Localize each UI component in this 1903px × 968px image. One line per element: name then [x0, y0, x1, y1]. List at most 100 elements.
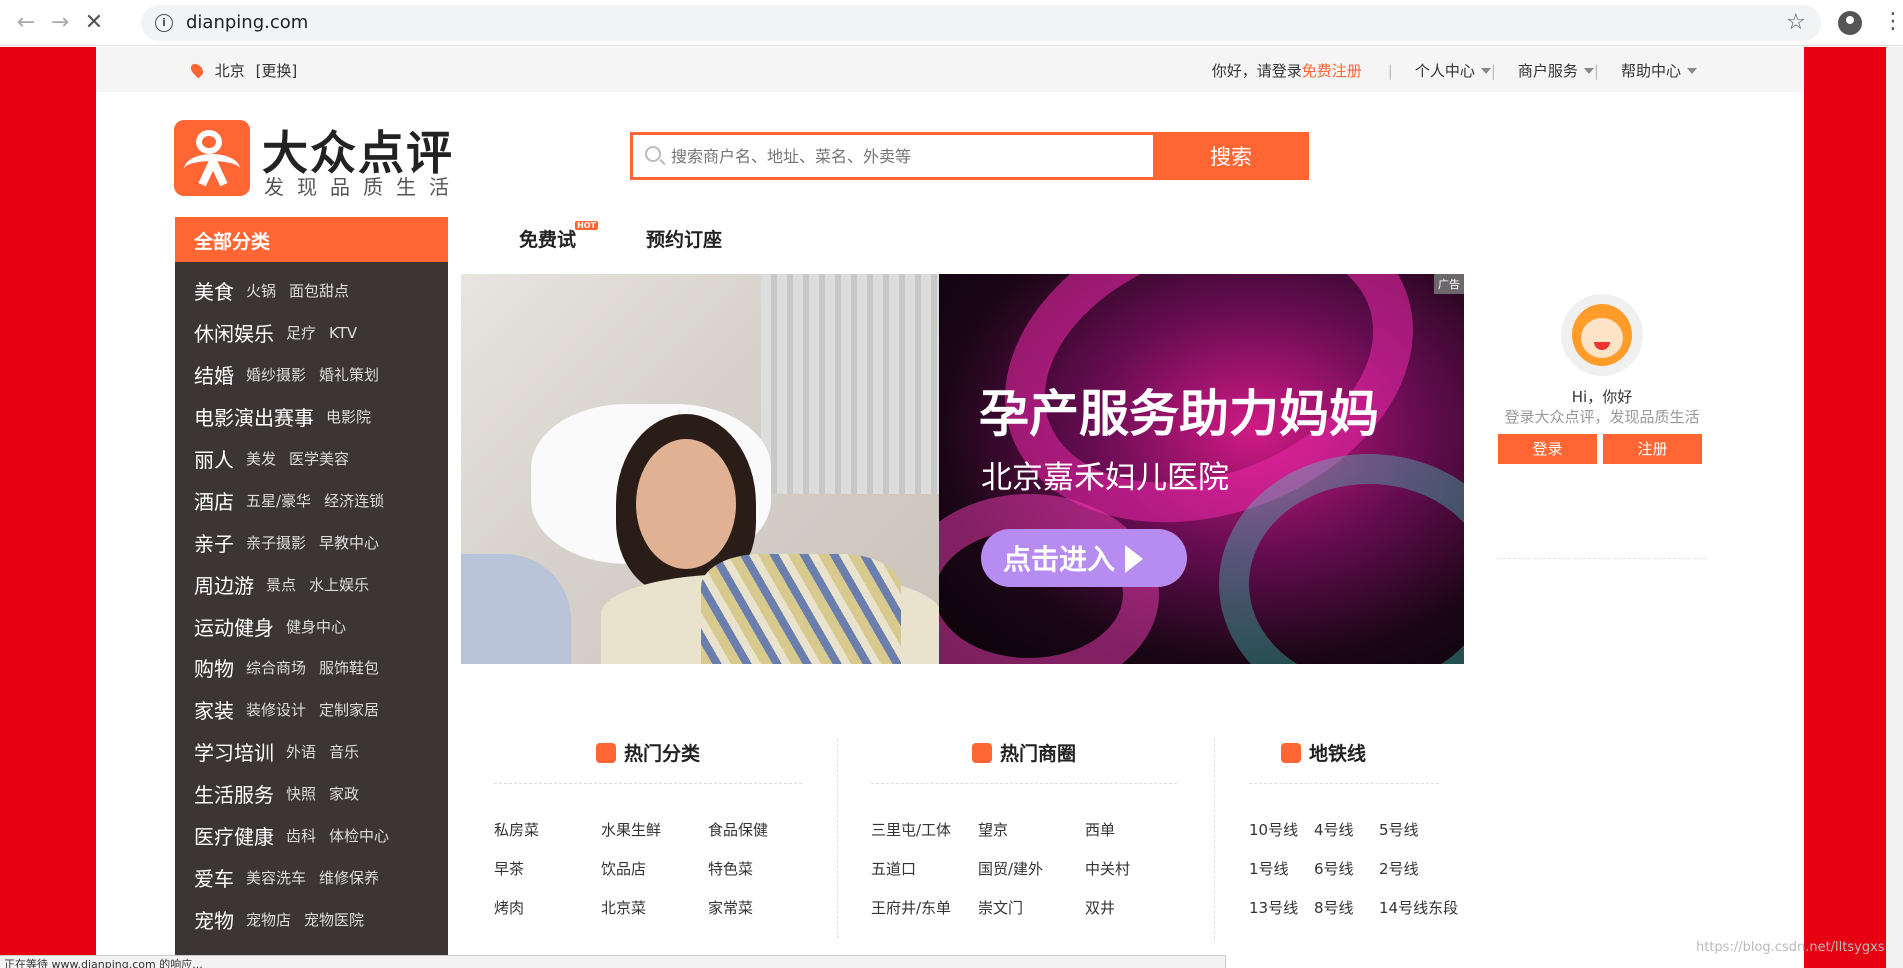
search-button[interactable]: 搜索	[1153, 132, 1309, 180]
category-item[interactable]: 酒店 五星/豪华 经济连锁	[175, 479, 448, 521]
hot-category-link[interactable]: 饮品店	[601, 858, 708, 879]
category-sub-link[interactable]: 外语	[286, 741, 316, 762]
category-item[interactable]: 家装 装修设计 定制家居	[175, 689, 448, 731]
city-selector[interactable]: 北京 [更换]	[188, 60, 298, 81]
site-info-icon[interactable]: i	[155, 14, 173, 32]
category-main-label[interactable]: 学习培训	[194, 737, 274, 766]
login-button[interactable]: 登录	[1498, 434, 1597, 464]
change-city-link[interactable]: [更换]	[256, 62, 298, 80]
merchant-service-menu[interactable]: 商户服务	[1518, 60, 1594, 81]
category-main-label[interactable]: 丽人	[194, 444, 234, 473]
category-item[interactable]: 医疗健康 齿科 体检中心	[175, 815, 448, 857]
category-sub-link[interactable]: 火锅	[246, 280, 276, 301]
category-sub-link[interactable]: 装修设计	[246, 699, 306, 720]
register-button[interactable]: 注册	[1603, 434, 1702, 464]
hot-area-link[interactable]: 三里屯/工体	[871, 819, 978, 840]
subway-line-link[interactable]: 5号线	[1379, 819, 1469, 840]
reservation-link[interactable]: 预约订座	[646, 225, 722, 252]
category-sub-link[interactable]: 综合商场	[246, 657, 306, 678]
account-icon[interactable]	[1838, 11, 1862, 35]
subway-line-link[interactable]: 8号线	[1314, 897, 1379, 918]
category-sub-link[interactable]: 面包甜点	[289, 280, 349, 301]
category-main-label[interactable]: 宠物	[194, 905, 234, 934]
category-sub-link[interactable]: 齿科	[286, 825, 316, 846]
category-sub-link[interactable]: 体检中心	[329, 825, 389, 846]
hot-area-link[interactable]: 中关村	[1085, 858, 1177, 879]
category-item[interactable]: 周边游 景点 水上娱乐	[175, 563, 448, 605]
page-scrollbar[interactable]	[1886, 47, 1903, 968]
category-main-label[interactable]: 家装	[194, 695, 234, 724]
all-categories-header[interactable]: 全部分类	[175, 217, 448, 262]
category-sub-link[interactable]: 水上娱乐	[309, 574, 369, 595]
category-item[interactable]: 爱车 美容洗车 维修保养	[175, 856, 448, 898]
category-item[interactable]: 电影演出赛事 电影院	[175, 396, 448, 438]
category-sub-link[interactable]: 早教中心	[319, 532, 379, 553]
category-main-label[interactable]: 休闲娱乐	[194, 318, 274, 347]
subway-line-link[interactable]: 4号线	[1314, 819, 1379, 840]
category-main-label[interactable]: 周边游	[194, 570, 254, 599]
category-main-label[interactable]: 亲子	[194, 528, 234, 557]
category-sub-link[interactable]: 婚纱摄影	[246, 364, 306, 385]
hot-area-link[interactable]: 五道口	[871, 858, 978, 879]
category-main-label[interactable]: 运动健身	[194, 612, 274, 641]
hot-category-link[interactable]: 水果生鲜	[601, 819, 708, 840]
hot-category-link[interactable]: 烤肉	[494, 897, 601, 918]
free-register-link[interactable]: 免费注册	[1302, 60, 1362, 81]
url-text[interactable]: dianping.com	[186, 12, 308, 33]
hot-category-link[interactable]: 特色菜	[708, 858, 802, 879]
category-sub-link[interactable]: 宠物店	[246, 909, 291, 930]
category-item[interactable]: 休闲娱乐 足疗 KTV	[175, 312, 448, 354]
menu-kebab-icon[interactable]: ⋮	[1882, 9, 1903, 35]
back-arrow-icon[interactable]: ←	[12, 10, 40, 36]
category-item[interactable]: 学习培训 外语 音乐	[175, 731, 448, 773]
subway-line-link[interactable]: 10号线	[1249, 819, 1314, 840]
hot-area-link[interactable]: 西单	[1085, 819, 1177, 840]
free-trial-link[interactable]: 免费试 HOT	[519, 221, 599, 252]
category-sub-link[interactable]: 医学美容	[289, 448, 349, 469]
hot-area-link[interactable]: 双井	[1085, 897, 1177, 918]
category-sub-link[interactable]: 五星/豪华	[246, 490, 311, 511]
category-item[interactable]: 亲子 亲子摄影 早教中心	[175, 521, 448, 563]
hot-area-link[interactable]: 王府井/东单	[871, 897, 978, 918]
subway-line-link[interactable]: 2号线	[1379, 858, 1469, 879]
category-sub-link[interactable]: 美容洗车	[246, 867, 306, 888]
category-sub-link[interactable]: 健身中心	[286, 616, 346, 637]
category-item[interactable]: 丽人 美发 医学美容	[175, 438, 448, 480]
search-input[interactable]	[671, 139, 1171, 173]
hot-category-link[interactable]: 北京菜	[601, 897, 708, 918]
category-sub-link[interactable]: 电影院	[326, 406, 371, 427]
category-sub-link[interactable]: 亲子摄影	[246, 532, 306, 553]
category-sub-link[interactable]: 美发	[246, 448, 276, 469]
bookmark-star-icon[interactable]: ☆	[1786, 10, 1806, 35]
hot-category-link[interactable]: 家常菜	[708, 897, 802, 918]
address-bar[interactable]: i dianping.com	[141, 5, 1821, 41]
category-item[interactable]: 美食 火锅 面包甜点	[175, 270, 448, 312]
ad-banner[interactable]: 广告 孕产服务助力妈妈 北京嘉禾妇儿医院 点击进入	[461, 274, 1464, 664]
hot-area-link[interactable]: 国贸/建外	[978, 858, 1085, 879]
subway-line-link[interactable]: 13号线	[1249, 897, 1314, 918]
category-sub-link[interactable]: 服饰鞋包	[319, 657, 379, 678]
category-sub-link[interactable]: 维修保养	[319, 867, 379, 888]
category-main-label[interactable]: 电影演出赛事	[194, 402, 314, 431]
category-main-label[interactable]: 购物	[194, 653, 234, 682]
category-main-label[interactable]: 医疗健康	[194, 821, 274, 850]
subway-line-link[interactable]: 6号线	[1314, 858, 1379, 879]
category-main-label[interactable]: 结婚	[194, 360, 234, 389]
hot-category-link[interactable]: 私房菜	[494, 819, 601, 840]
category-sub-link[interactable]: 足疗	[286, 322, 316, 343]
hot-area-link[interactable]: 崇文门	[978, 897, 1085, 918]
ad-cta-button[interactable]: 点击进入	[981, 529, 1187, 587]
category-main-label[interactable]: 爱车	[194, 863, 234, 892]
stop-loading-icon[interactable]: ✕	[80, 10, 108, 36]
hot-category-link[interactable]: 早茶	[494, 858, 601, 879]
forward-arrow-icon[interactable]: →	[46, 10, 74, 36]
login-link[interactable]: 你好，请登录	[1212, 60, 1302, 81]
dianping-logo-icon[interactable]	[174, 120, 250, 196]
category-item[interactable]: 结婚 婚纱摄影 婚礼策划	[175, 354, 448, 396]
category-sub-link[interactable]: KTV	[329, 324, 357, 342]
help-center-menu[interactable]: 帮助中心	[1621, 60, 1697, 81]
category-item[interactable]: 运动健身 健身中心	[175, 605, 448, 647]
category-sub-link[interactable]: 快照	[286, 783, 316, 804]
hot-category-link[interactable]: 食品保健	[708, 819, 802, 840]
category-sub-link[interactable]: 家政	[329, 783, 359, 804]
